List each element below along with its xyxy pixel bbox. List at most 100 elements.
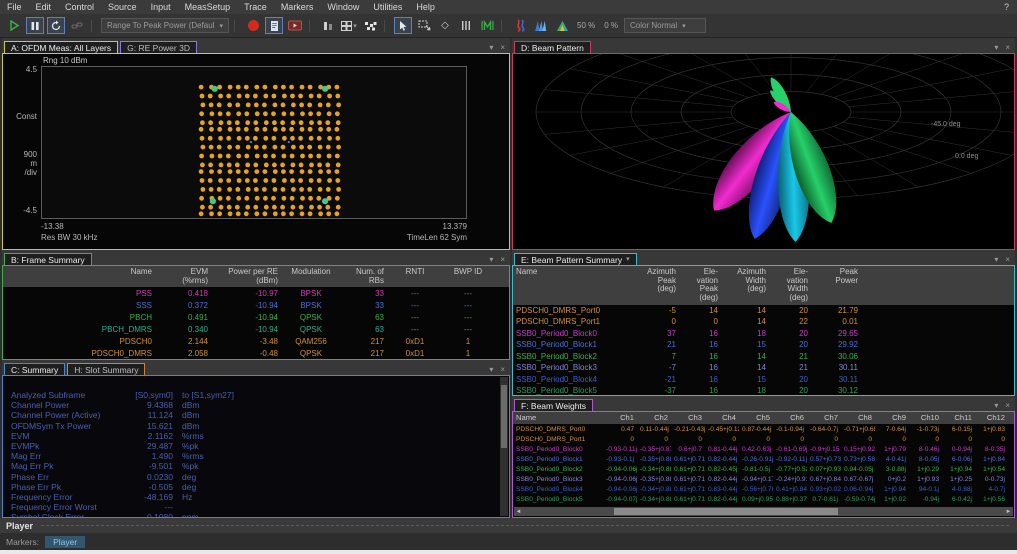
- panel-menu-icon[interactable]: ▾: [994, 43, 998, 52]
- table-row[interactable]: SSB0_Period0_Block5-0.94-0.07j-0.34+j0.8…: [513, 494, 1014, 504]
- table-row[interactable]: PBCH_DMRS0.340-10.94QPSK63------: [3, 323, 509, 335]
- layout-grid-button[interactable]: ▾: [340, 17, 358, 34]
- spectrogram-icon[interactable]: [511, 17, 529, 34]
- menu-item-window[interactable]: Window: [320, 2, 366, 12]
- player-timeline[interactable]: [41, 525, 1009, 526]
- column-header[interactable]: Ch3: [671, 412, 705, 424]
- column-header[interactable]: Ch6: [773, 412, 807, 424]
- table-row[interactable]: PDSCH0_DMRS_Port1000000000000: [513, 434, 1014, 444]
- scrollbar-thumb[interactable]: [614, 508, 839, 515]
- tab-beam-pattern-summary[interactable]: E: Beam Pattern Summary ▾: [514, 253, 637, 266]
- tab-ofdm-meas-all-layers[interactable]: A: OFDM Meas: All Layers: [4, 41, 118, 54]
- play-button[interactable]: [5, 17, 23, 34]
- close-icon[interactable]: ×: [1005, 255, 1010, 264]
- beam-pattern-3d-view[interactable]: -45.0 deg 0.0 deg: [512, 53, 1015, 250]
- table-row[interactable]: SSS0.372-10.94BPSK33------: [3, 299, 509, 311]
- marker-diamond-button[interactable]: ◇: [436, 17, 454, 34]
- table-row[interactable]: PDSCH02.144-3.48QAM2562170xD11: [3, 335, 509, 347]
- tab-re-power-3d[interactable]: G: RE Power 3D: [120, 41, 197, 54]
- menu-item-meassetup[interactable]: MeasSetup: [178, 2, 238, 12]
- tab-frame-summary[interactable]: B: Frame Summary: [4, 253, 92, 266]
- close-icon[interactable]: ×: [500, 365, 505, 374]
- waterfall-icon[interactable]: [532, 17, 550, 34]
- column-header[interactable]: Ch11: [942, 412, 975, 424]
- menu-item-utilities[interactable]: Utilities: [366, 2, 409, 12]
- table-row[interactable]: SSB0_Period0_Block4-0.94-0.06j-0.34+j0.8…: [513, 484, 1014, 494]
- table-row[interactable]: SSB0_Period0_Block3-716142130.11: [513, 362, 1014, 374]
- help-icon[interactable]: ?: [996, 2, 1017, 12]
- panel-menu-icon[interactable]: ▾: [994, 255, 998, 264]
- column-header[interactable]: Ch4: [705, 412, 739, 424]
- tab-beam-weights[interactable]: F: Beam Weights: [514, 399, 593, 412]
- close-icon[interactable]: ×: [1005, 401, 1010, 410]
- table-row[interactable]: SSB0_Period0_Block1-0.93-0.1j-0.35+j0.88…: [513, 454, 1014, 464]
- table-row[interactable]: SSB0_Period0_Block2716142130.06: [513, 351, 1014, 363]
- scroll-left-icon[interactable]: ◄: [514, 509, 523, 515]
- column-header[interactable]: Num. of RBs: [341, 266, 387, 287]
- report-button[interactable]: [265, 17, 283, 34]
- transparency-percent[interactable]: 50 %: [574, 21, 598, 30]
- column-header[interactable]: Power per RE (dBm): [211, 266, 281, 287]
- column-header[interactable]: Ch8: [841, 412, 875, 424]
- column-header[interactable]: Ch1: [603, 412, 637, 424]
- menu-item-trace[interactable]: Trace: [237, 2, 274, 12]
- color-mode-selector[interactable]: Color Normal ▾: [624, 18, 706, 33]
- column-header[interactable]: Modulation: [281, 266, 341, 287]
- tab-beam-pattern[interactable]: D: Beam Pattern: [514, 41, 591, 54]
- column-header[interactable]: Name: [513, 412, 603, 424]
- menu-item-source[interactable]: Source: [101, 2, 144, 12]
- menu-item-edit[interactable]: Edit: [29, 2, 59, 12]
- column-header[interactable]: Ch7: [807, 412, 841, 424]
- table-row[interactable]: PDSCH0_DMRS_Port10014220.01: [513, 316, 1014, 328]
- record-button[interactable]: [244, 17, 262, 34]
- table-row[interactable]: SSB0_Period0_Block4-2116152030.11: [513, 374, 1014, 386]
- meas-bar-icon[interactable]: [319, 17, 337, 34]
- close-icon[interactable]: ×: [500, 43, 505, 52]
- menu-item-file[interactable]: File: [0, 2, 29, 12]
- zoom-box-button[interactable]: [415, 17, 433, 34]
- table-row[interactable]: PDSCH0_DMRS_Port0-514142021.79: [513, 305, 1014, 317]
- link-icon[interactable]: [68, 17, 86, 34]
- range-selector[interactable]: Range To Peak Power (Default) ▾: [101, 18, 229, 33]
- table-row[interactable]: SSB0_Period0_Block0-0.93-0.11j-0.35+j0.8…: [513, 444, 1014, 454]
- column-header[interactable]: Ele- vation Width (deg): [769, 266, 811, 305]
- menu-item-input[interactable]: Input: [144, 2, 178, 12]
- table-row[interactable]: SSB0_Period0_Block03716182029.65: [513, 328, 1014, 340]
- menu-item-control[interactable]: Control: [58, 2, 101, 12]
- column-header[interactable]: Ch12: [975, 412, 1008, 424]
- video-capture-button[interactable]: [286, 17, 304, 34]
- column-header[interactable]: Ch2: [637, 412, 671, 424]
- scroll-right-icon[interactable]: ►: [1004, 509, 1013, 515]
- offset-markers-button[interactable]: [457, 17, 475, 34]
- column-header[interactable]: Ch9: [875, 412, 909, 424]
- panel-menu-icon[interactable]: ▾: [994, 401, 998, 410]
- column-header[interactable]: Azimuth Width (deg): [721, 266, 769, 305]
- table-row[interactable]: SSB0_Period0_Block2-0.94-0.06j-0.34+j0.8…: [513, 464, 1014, 474]
- column-header[interactable]: Ele- vation Peak (deg): [679, 266, 721, 305]
- vertical-scrollbar[interactable]: [500, 377, 508, 516]
- table-row[interactable]: PDSCH0_DMRS_Port00.470.11-0.44j-0.21-0.4…: [513, 424, 1014, 434]
- floor-percent[interactable]: 0 %: [601, 21, 621, 30]
- tab-summary[interactable]: C: Summary: [4, 363, 65, 376]
- table-row[interactable]: SSB0_Period0_Block3-0.94-0.06j-0.35+j0.8…: [513, 474, 1014, 484]
- close-icon[interactable]: ×: [1005, 43, 1010, 52]
- menu-item-help[interactable]: Help: [409, 2, 442, 12]
- column-header[interactable]: Ch5: [739, 412, 773, 424]
- column-header[interactable]: Peak Power: [811, 266, 861, 305]
- table-row[interactable]: SSB0_Period0_Block5-3716182030.12: [513, 385, 1014, 396]
- table-row[interactable]: PBCH0.491-10.94QPSK63------: [3, 311, 509, 323]
- constellation-grid[interactable]: [41, 66, 467, 219]
- column-header[interactable]: EVM (%rms): [155, 266, 211, 287]
- tab-slot-summary[interactable]: H: Slot Summary: [67, 363, 145, 376]
- panel-menu-icon[interactable]: ▾: [489, 255, 493, 264]
- prism-3d-icon[interactable]: [553, 17, 571, 34]
- column-header[interactable]: RNTI: [387, 266, 443, 287]
- menu-item-markers[interactable]: Markers: [274, 2, 321, 12]
- select-cursor-button[interactable]: [394, 17, 412, 34]
- column-header[interactable]: Ch10: [909, 412, 942, 424]
- marker-m-button[interactable]: [478, 17, 496, 34]
- close-icon[interactable]: ×: [500, 255, 505, 264]
- table-row[interactable]: PDSCH0_DMRS2.058-0.48QPSK2170xD11: [3, 347, 509, 359]
- table-row[interactable]: SSB0_Period0_Block12116152029.92: [513, 339, 1014, 351]
- panel-menu-icon[interactable]: ▾: [489, 43, 493, 52]
